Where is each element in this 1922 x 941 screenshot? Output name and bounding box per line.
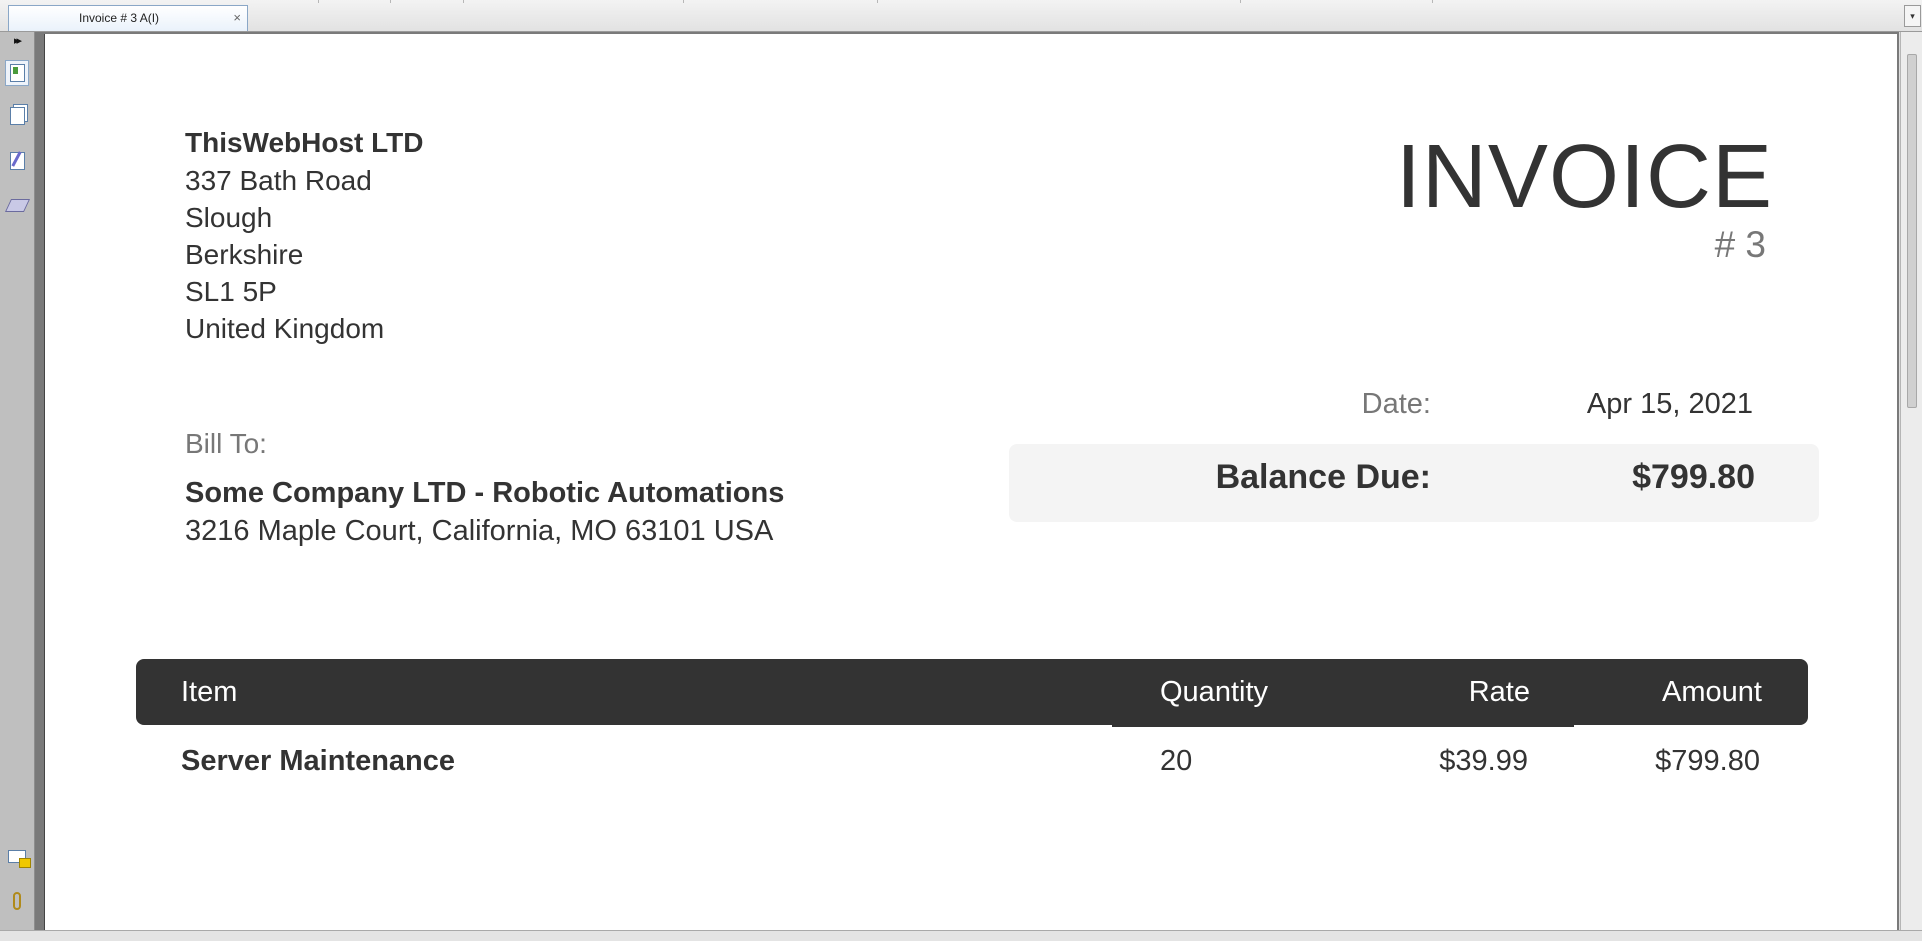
client-name: Some Company LTD - Robotic Automations xyxy=(185,477,785,509)
date-label: Date: xyxy=(1361,388,1431,420)
document-viewport[interactable]: ThisWebHost LTD 337 Bath Road Slough Ber… xyxy=(35,32,1899,930)
header-divider xyxy=(1112,725,1574,727)
client-address: 3216 Maple Court, California, MO 63101 U… xyxy=(185,515,774,547)
tab-invoice-document[interactable]: Invoice # 3 A(I) × xyxy=(8,5,248,31)
pages-icon xyxy=(9,107,25,125)
row-amount: $799.80 xyxy=(1655,745,1760,777)
column-header-rate: Rate xyxy=(1468,676,1530,708)
tab-bar-divider xyxy=(1240,0,1241,3)
balance-due-label: Balance Due: xyxy=(1215,458,1431,496)
layers-button[interactable] xyxy=(4,192,30,218)
pages-button[interactable] xyxy=(5,103,29,129)
signatures-button[interactable] xyxy=(5,148,29,174)
close-icon[interactable]: × xyxy=(233,10,241,25)
column-header-amount: Amount xyxy=(1662,676,1762,708)
tab-bar-divider xyxy=(1432,0,1433,3)
company-address-line: United Kingdom xyxy=(185,313,385,344)
company-address-line: SL1 5P xyxy=(185,276,277,307)
page-thumbnails-button[interactable] xyxy=(5,60,29,86)
document-tab-bar: Invoice # 3 A(I) × ▾ xyxy=(0,0,1922,32)
attachments-icon xyxy=(13,892,21,910)
comments-icon xyxy=(8,849,31,868)
tab-list-dropdown[interactable]: ▾ xyxy=(1904,5,1921,27)
items-table-header: Item Quantity Rate Amount xyxy=(136,659,1808,727)
status-bar xyxy=(0,930,1922,941)
page-thumbnails-icon xyxy=(9,64,25,82)
row-quantity: 20 xyxy=(1160,745,1193,777)
navigation-sidebar: ▸▸ xyxy=(0,32,35,930)
tab-bar-divider xyxy=(463,0,464,3)
column-header-quantity: Quantity xyxy=(1160,676,1268,708)
bill-to-label: Bill To: xyxy=(185,428,267,459)
tab-bar-divider xyxy=(877,0,878,3)
column-header-item: Item xyxy=(181,676,238,708)
row-item: Server Maintenance xyxy=(181,745,456,777)
tab-bar-divider xyxy=(318,0,319,3)
layers-icon xyxy=(4,198,30,212)
tab-bar-divider xyxy=(390,0,391,3)
expand-panel-icon[interactable]: ▸▸ xyxy=(14,34,22,47)
invoice-title: INVOICE xyxy=(1395,127,1773,227)
company-address-line: Slough xyxy=(185,202,273,233)
tab-bar-divider xyxy=(683,0,684,3)
invoice-number: # 3 xyxy=(1714,224,1766,265)
date-value: Apr 15, 2021 xyxy=(1586,388,1753,420)
attachments-button[interactable] xyxy=(5,888,29,914)
row-rate: $39.99 xyxy=(1439,745,1528,777)
scrollbar-thumb[interactable] xyxy=(1907,54,1917,408)
company-name: ThisWebHost LTD xyxy=(185,127,424,158)
company-address-line: Berkshire xyxy=(185,239,304,270)
vertical-scrollbar[interactable] xyxy=(1900,32,1922,930)
balance-due-value: $799.80 xyxy=(1632,458,1755,496)
signatures-icon xyxy=(9,152,25,170)
company-address-line: 337 Bath Road xyxy=(185,165,372,196)
invoice-page: ThisWebHost LTD 337 Bath Road Slough Ber… xyxy=(44,34,1897,930)
tab-title: Invoice # 3 A(I) xyxy=(79,11,160,25)
comments-button[interactable] xyxy=(5,843,31,869)
